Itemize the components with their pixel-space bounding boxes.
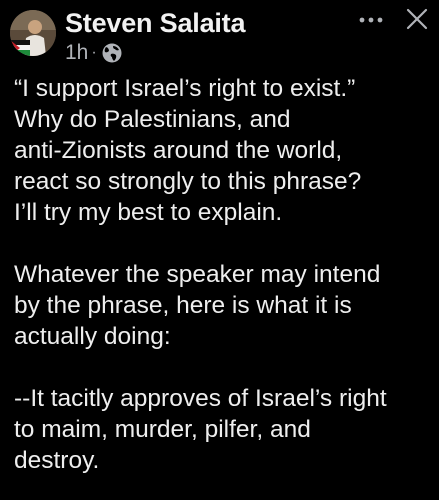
post-line: destroy. (14, 447, 100, 474)
avatar-image (10, 10, 56, 56)
post-line: Why do Palestinians, and (14, 106, 291, 133)
post-line: Whatever the speaker may intend (14, 261, 381, 288)
post-line: anti-Zionists around the world, (14, 137, 343, 164)
post-line: by the phrase, here is what it is (14, 292, 352, 319)
close-icon (406, 8, 428, 30)
meta-separator: · (91, 44, 97, 61)
post-line: “I support Israel’s right to exist.” (14, 75, 356, 102)
post-line: actually doing: (14, 323, 171, 350)
post-line: to maim, murder, pilfer, and (14, 416, 311, 443)
post-line: react so strongly to this phrase? (14, 168, 362, 195)
close-button[interactable] (404, 6, 430, 32)
post-time[interactable]: 1h (65, 41, 88, 65)
post: Steven Salaita 1h · “I support Israel’s … (0, 0, 439, 500)
globe-icon (101, 42, 123, 64)
more-options-icon (359, 17, 383, 23)
author-name[interactable]: Steven Salaita (65, 8, 245, 39)
post-line: --It tacitly approves of Israel’s right (14, 385, 387, 412)
post-line: I’ll try my best to explain. (14, 199, 283, 226)
post-meta: 1h · (65, 41, 123, 65)
avatar[interactable] (10, 10, 56, 56)
post-body: “I support Israel’s right to exist.” Why… (14, 73, 434, 476)
more-options-button[interactable] (356, 10, 386, 30)
